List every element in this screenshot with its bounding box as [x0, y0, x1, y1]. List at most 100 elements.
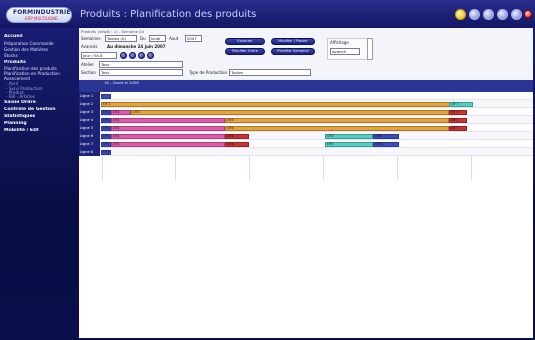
prev-week-icon[interactable]: [120, 52, 127, 59]
gantt-bar[interactable]: OF3: [225, 117, 449, 123]
filter-toolbar: Produits (dépôt : 1) - Semaine 24 Semain…: [79, 28, 533, 80]
sidebar-item[interactable]: Statistiques: [4, 114, 76, 120]
type-production-label: Type de Production: [189, 70, 228, 75]
modify-button[interactable]: Modifier / Passer: [271, 38, 315, 45]
du-label: Du: [140, 36, 146, 41]
sidebar-nav: Accueil Préparation Commande Gestion des M…: [0, 28, 78, 340]
gantt-bar[interactable]: OF 7: [449, 125, 467, 131]
gantt-bar[interactable]: OF5: [325, 141, 373, 147]
gantt-bar-label: OF1: [103, 109, 110, 114]
affichage-panel: Affichage Avancé: [327, 38, 371, 60]
logo-subtext: ERP MULTILIGNE: [25, 16, 58, 21]
gantt-row-label: Ligne 4: [79, 116, 100, 124]
avances-checkbox-label[interactable]: Avancés: [81, 44, 98, 49]
plan-order-button[interactable]: Planifier Ordre: [225, 48, 265, 55]
affichage-select[interactable]: Avancé: [330, 48, 360, 55]
gantt-bar[interactable]: OF2: [111, 141, 225, 147]
gantt-bar-label: OF4: [227, 141, 234, 146]
gantt-bar-label: OF2: [113, 133, 120, 138]
logo-text: FORMINDUSTRIE: [13, 9, 71, 16]
gantt-bar-label: OF4: [227, 133, 234, 138]
gantt-bar-label: OF5: [327, 141, 334, 146]
prev-day-icon[interactable]: [129, 52, 136, 59]
back-icon[interactable]: [483, 9, 494, 20]
home-icon[interactable]: [511, 9, 522, 20]
sidebar-item[interactable]: Mobilité / EDI: [4, 128, 76, 134]
gantt-bar[interactable]: OF1: [101, 133, 111, 139]
gantt-bar-label: OF1: [103, 149, 110, 154]
du-field[interactable]: lundi: [149, 35, 166, 42]
page-title: Produits : Planification des produits: [80, 9, 257, 20]
gantt-bar-label: OF 7: [451, 125, 459, 130]
gantt-row-label: Ligne 6: [79, 132, 100, 140]
sidebar-item[interactable]: Contrôle de Gestion: [4, 107, 76, 113]
semaines-label: Semaines: [81, 36, 101, 41]
gantt-bar[interactable]: OF 1: [101, 101, 453, 107]
gantt-bar[interactable]: OF 7: [449, 101, 473, 107]
gantt-bar[interactable]: OF2: [111, 133, 225, 139]
gantt-bar-label: OF3: [227, 117, 234, 122]
gantt-bar-label: OF2: [113, 141, 120, 146]
gantt-bar-label: OF 1: [103, 101, 111, 106]
sidebar-item[interactable]: Accueil: [4, 34, 76, 40]
next-day-icon[interactable]: [138, 52, 145, 59]
help-icon[interactable]: [469, 9, 480, 20]
gantt-bar-label: OF2: [113, 109, 120, 114]
gantt-bar[interactable]: [101, 93, 111, 99]
gantt-bar-label: OF1: [103, 125, 110, 130]
app-header: FORMINDUSTRIE ERP MULTILIGNE Produits : …: [0, 0, 535, 28]
section-select[interactable]: Tous: [99, 69, 183, 76]
gantt-bar-label: OF6: [375, 133, 382, 138]
breadcrumb: Produits (dépôt : 1) - Semaine 24: [81, 29, 144, 34]
gantt-row-label: Ligne 5: [79, 124, 100, 132]
gantt-bar-label: OF1: [103, 117, 110, 122]
gantt-bar-label: OF6: [375, 141, 382, 146]
gantt-row-label: Ligne 3: [79, 108, 100, 116]
gantt-bar[interactable]: OF2: [111, 125, 225, 131]
gantt-bar-label: OF 7: [451, 101, 459, 106]
gantt-bar-label: OF1: [103, 133, 110, 138]
export-button[interactable]: Exporter: [225, 38, 265, 45]
gantt-bar[interactable]: OF4: [225, 141, 249, 147]
gantt-bar[interactable]: OF1: [101, 117, 111, 123]
gantt-bar-label: OF5: [327, 133, 334, 138]
gantt-bar[interactable]: OF5: [325, 133, 373, 139]
sidebar-item[interactable]: Saisie Ordre: [4, 100, 76, 106]
sidebar-item[interactable]: Planning: [4, 121, 76, 127]
gantt-bar[interactable]: OF6: [373, 141, 399, 147]
gantt-row-label: Ligne 7: [79, 140, 100, 148]
plan-week-button[interactable]: Planifier Semaine: [271, 48, 315, 55]
au-field[interactable]: 2007: [185, 35, 202, 42]
gantt-bar[interactable]: OF 7: [449, 117, 467, 123]
main-content: Produits (dépôt : 1) - Semaine 24 Semain…: [79, 28, 533, 338]
affichage-scrollbar[interactable]: [367, 38, 373, 60]
gantt-bar-label: OF2: [113, 125, 120, 130]
jour-select[interactable]: Jour / Sh.8: [81, 52, 117, 59]
close-icon[interactable]: [524, 10, 532, 18]
gantt-bar[interactable]: OF3: [131, 109, 449, 115]
gantt-bar[interactable]: OF1: [101, 141, 111, 147]
gantt-bar[interactable]: OF4: [225, 133, 249, 139]
gantt-empty-area: [79, 180, 533, 336]
gantt-row-label: Ligne 8: [79, 148, 100, 156]
settings-icon[interactable]: [497, 9, 508, 20]
gantt-chart: 16 - Gantt le 2008 LU1MA1ME1JE1VE1SA1 Li…: [79, 80, 533, 336]
gantt-bar[interactable]: OF1: [101, 109, 111, 115]
gantt-bar[interactable]: OF1: [101, 149, 111, 155]
gantt-bar[interactable]: OF1: [101, 125, 111, 131]
gantt-bar[interactable]: OF6: [373, 133, 399, 139]
gantt-bar[interactable]: OF 7: [449, 109, 467, 115]
lightbulb-icon[interactable]: [455, 9, 466, 20]
gantt-bar[interactable]: OF2: [111, 117, 225, 123]
logo[interactable]: FORMINDUSTRIE ERP MULTILIGNE: [6, 7, 72, 23]
app-frame: FORMINDUSTRIE ERP MULTILIGNE Produits : …: [0, 0, 535, 340]
atelier-select[interactable]: Tous: [99, 61, 183, 68]
gantt-row: Ligne 1: [79, 92, 533, 100]
sidebar-item[interactable]: Stocks: [4, 53, 76, 59]
semaines-select[interactable]: Toutes (A): [105, 35, 137, 42]
type-production-select[interactable]: Toutes: [229, 69, 311, 76]
gantt-bar-label: OF 7: [451, 109, 459, 114]
next-week-icon[interactable]: [147, 52, 154, 59]
gantt-bar[interactable]: OF4: [225, 125, 449, 131]
gantt-bar[interactable]: OF2: [111, 109, 131, 115]
